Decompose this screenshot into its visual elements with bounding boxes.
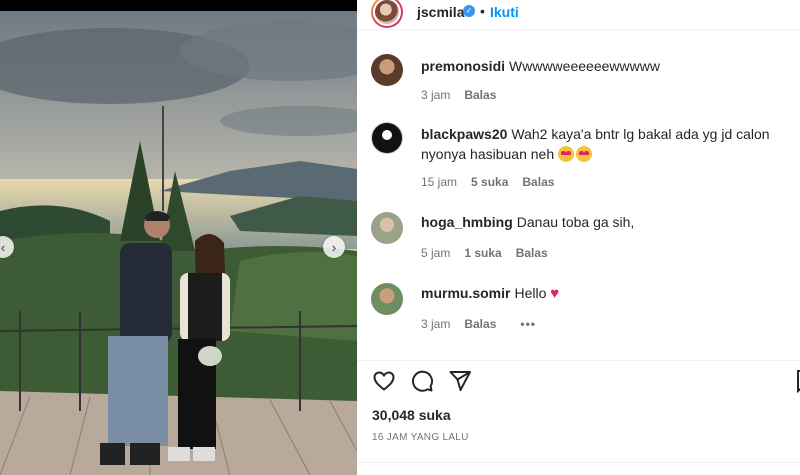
comment-time[interactable]: 3 jam <box>421 88 450 102</box>
heart-eyes-emoji-icon <box>558 146 574 162</box>
like-heart-icon[interactable] <box>372 369 396 393</box>
author-avatar[interactable] <box>371 0 403 28</box>
comment-text: premonosidi Wwwwweeeeeewwwww <box>421 56 791 76</box>
like-count[interactable]: 30,048 suka <box>372 407 451 423</box>
comment-meta: 3 jam Balas ••• <box>421 317 536 331</box>
follow-button[interactable]: Ikuti <box>490 4 519 20</box>
post-photo[interactable]: ‹ › <box>0 0 357 475</box>
photo-top-bar <box>0 0 357 11</box>
comment-time[interactable]: 15 jam <box>421 175 457 189</box>
commenter-avatar[interactable] <box>371 54 403 86</box>
comment-like-count[interactable]: 1 suka <box>464 246 501 260</box>
red-heart-emoji-icon: ♥ <box>550 285 560 302</box>
post-actions-bar <box>357 360 800 398</box>
commenter-username[interactable]: hoga_hmbing <box>421 214 513 230</box>
comment-time[interactable]: 3 jam <box>421 317 450 331</box>
author-username[interactable]: jscmila <box>417 4 464 20</box>
commenter-username[interactable]: blackpaws20 <box>421 126 507 142</box>
comment-more-options-button[interactable]: ••• <box>520 317 536 331</box>
divider <box>357 462 800 463</box>
comment-content: Hello <box>514 285 547 301</box>
chevron-left-icon: ‹ <box>0 239 6 255</box>
comment-time[interactable]: 5 jam <box>421 246 450 260</box>
comment-meta: 5 jam 1 suka Balas <box>421 246 548 260</box>
reply-button[interactable]: Balas <box>522 175 554 189</box>
comment-meta: 15 jam 5 suka Balas <box>421 175 554 189</box>
commenter-avatar[interactable] <box>371 212 403 244</box>
post-header: jscmila ✓ • Ikuti <box>357 0 800 30</box>
next-photo-button[interactable]: › <box>323 236 345 258</box>
comment-like-count[interactable]: 5 suka <box>471 175 508 189</box>
reply-button[interactable]: Balas <box>464 88 496 102</box>
heart-eyes-emoji-icon <box>576 146 592 162</box>
comment-text: blackpaws20 Wah2 kaya'a bntr lg bakal ada… <box>421 124 791 164</box>
reply-button[interactable]: Balas <box>464 317 496 331</box>
save-bookmark-icon[interactable] <box>793 369 800 393</box>
comment-text: murmu.somir Hello ♥ <box>421 283 791 304</box>
comment-content: Danau toba ga sih, <box>516 214 635 230</box>
comment-content: Wwwwweeeeeewwwww <box>509 58 660 74</box>
post-details-panel: jscmila ✓ • Ikuti premonosidi Wwwwweeeeee… <box>357 0 800 475</box>
photo-image <box>0 11 357 475</box>
verified-badge-icon: ✓ <box>463 5 475 17</box>
separator-dot: • <box>480 3 485 19</box>
chevron-right-icon: › <box>331 239 337 255</box>
commenter-username[interactable]: premonosidi <box>421 58 505 74</box>
post-timestamp[interactable]: 16 JAM YANG LALU <box>372 432 469 443</box>
commenter-avatar[interactable] <box>371 283 403 315</box>
comment-bubble-icon[interactable] <box>410 369 434 393</box>
share-send-icon[interactable] <box>448 369 472 393</box>
comment-text: hoga_hmbing Danau toba ga sih, <box>421 212 791 232</box>
commenter-avatar[interactable] <box>371 122 403 154</box>
commenter-username[interactable]: murmu.somir <box>421 285 510 301</box>
reply-button[interactable]: Balas <box>516 246 548 260</box>
comment-meta: 3 jam Balas <box>421 88 496 102</box>
